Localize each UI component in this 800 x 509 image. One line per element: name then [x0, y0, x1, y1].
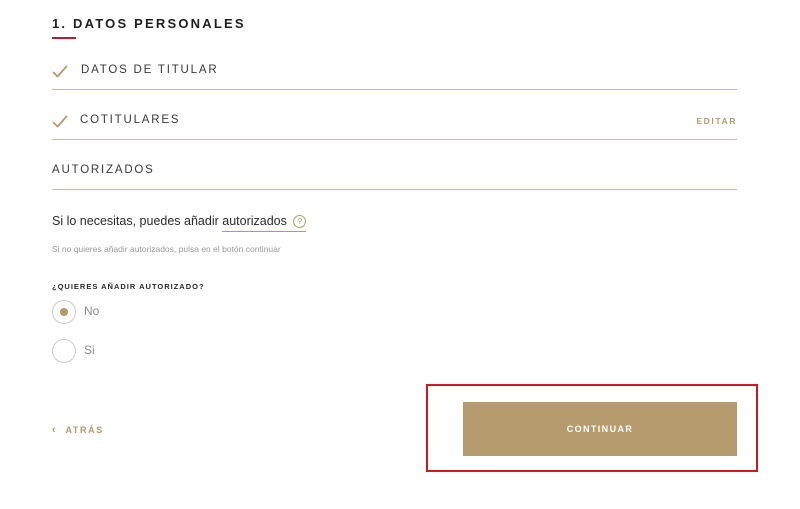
radio-button[interactable] [52, 339, 76, 363]
check-icon [52, 115, 68, 128]
step-label: AUTORIZADOS [52, 164, 155, 176]
radio-button[interactable] [52, 300, 76, 324]
step-datos-titular: DATOS DE TITULAR [52, 61, 737, 90]
back-link[interactable]: ‹ ATRÁS [52, 424, 104, 436]
chevron-left-icon: ‹ [52, 424, 58, 436]
step-cotitulares: COTITULARES EDITAR [52, 111, 737, 140]
edit-link[interactable]: EDITAR [696, 116, 737, 126]
back-label: ATRÁS [65, 425, 104, 435]
help-icon[interactable]: ? [293, 215, 307, 228]
continue-button[interactable]: CONTINUAR [463, 402, 737, 456]
page-title: 1. DATOS PERSONALES [52, 16, 246, 31]
step-label: COTITULARES [80, 114, 181, 126]
info-prefix: Si lo necesitas, puedes añadir [52, 214, 223, 228]
radio-label: No [84, 304, 100, 318]
info-subtext: Si no quieres añadir autorizados, pulsa … [52, 244, 281, 254]
autorizados-link[interactable]: autorizados ? [222, 214, 307, 232]
autorizados-link-label: autorizados [222, 214, 287, 228]
step-autorizados: AUTORIZADOS [52, 161, 737, 190]
check-icon [52, 65, 68, 78]
info-text: Si lo necesitas, puedes añadir autorizad… [52, 214, 307, 232]
question-label: ¿QUIERES AÑADIR AUTORIZADO? [52, 282, 205, 291]
radio-selected-dot [60, 308, 68, 316]
radio-label: Si [84, 343, 95, 357]
step-label: DATOS DE TITULAR [81, 64, 219, 76]
title-underline [52, 37, 76, 39]
